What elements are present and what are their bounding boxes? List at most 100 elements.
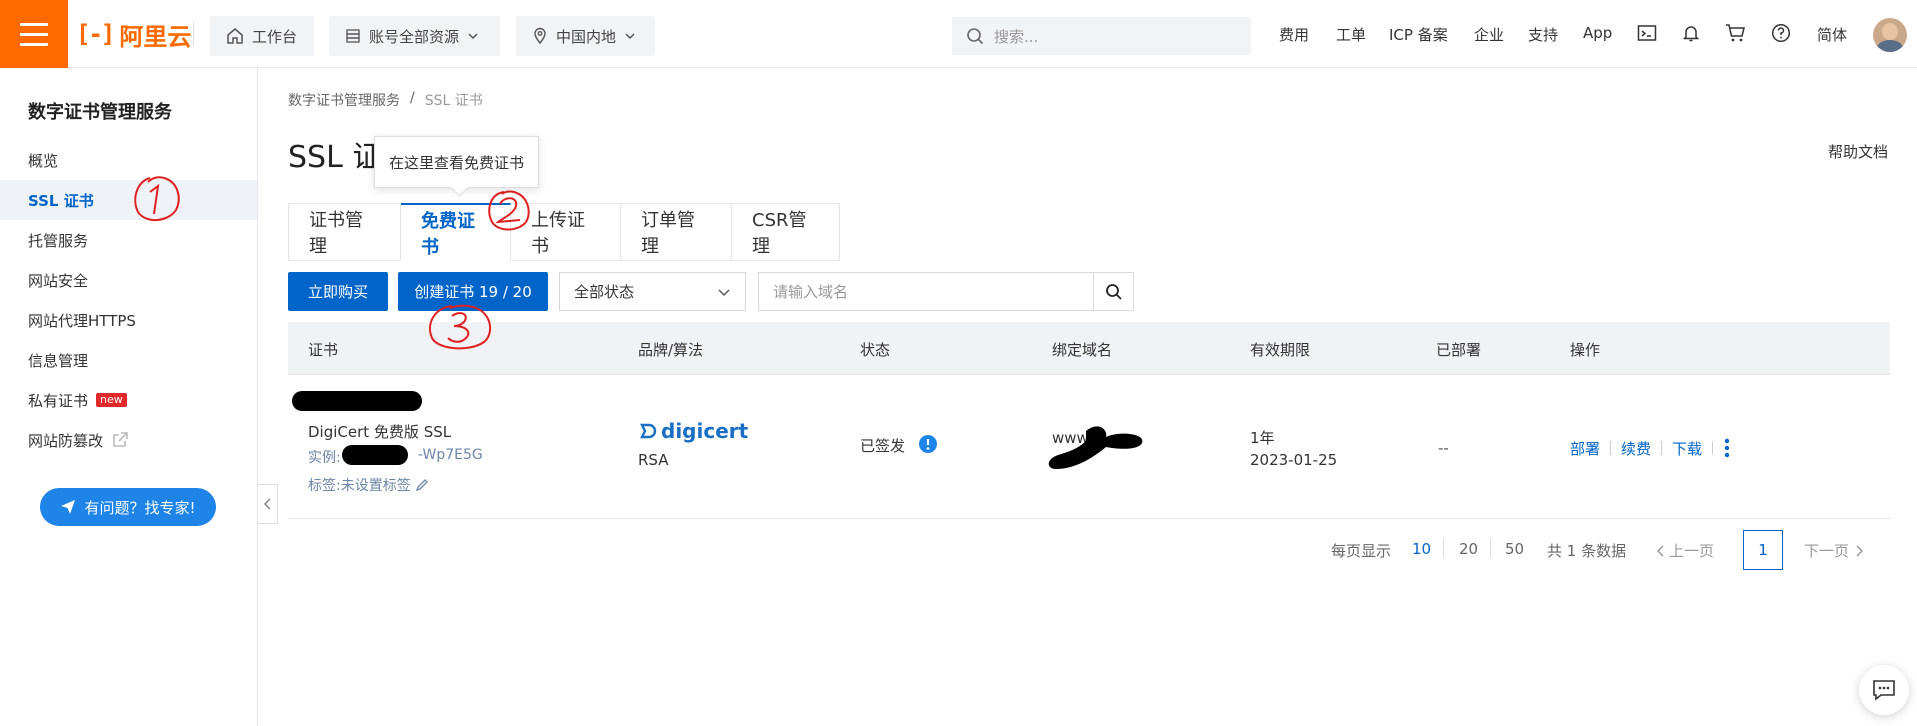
domain-search-button[interactable] [1093,272,1134,311]
column-header-domain: 绑定域名 [1052,341,1113,359]
status-filter-select[interactable]: 全部状态 [559,272,746,311]
sidebar-collapse-button[interactable] [258,484,278,524]
column-header-deployed: 已部署 [1436,341,1482,359]
page-size-50[interactable]: 50 [1505,540,1524,558]
language-switch[interactable]: 简体 [1817,24,1847,45]
chevron-down-icon [468,33,478,40]
aliyun-logo[interactable]: [-] 阿里云 [76,18,192,51]
top-link-app[interactable]: App [1583,24,1612,42]
sidebar-item-managed-service[interactable]: 托管服务 [0,220,257,260]
tag-edit[interactable]: 标签:未设置标签 [308,475,429,495]
top-link-support[interactable]: 支持 [1528,24,1558,45]
sidebar-item-label: SSL 证书 [28,191,94,210]
edit-pencil-icon [415,479,428,492]
help-icon[interactable] [1771,23,1791,43]
database-icon [346,29,360,43]
chat-icon [1873,680,1895,701]
top-bar: [-] 阿里云 工作台 账号全部资源 中国内地 搜索... 费用 工单 ICP … [0,0,1917,68]
breadcrumb: 数字证书管理服务 / SSL 证书 [288,90,483,110]
search-icon [967,28,984,45]
total-count: 共 1 条数据 [1547,542,1627,560]
top-link-icp[interactable]: ICP 备案 [1389,24,1448,45]
download-link[interactable]: 下载 [1672,438,1702,459]
resources-dropdown[interactable]: 账号全部资源 [329,16,500,56]
tab-upload-cert[interactable]: 上传证书 [511,203,621,261]
current-page-button[interactable]: 1 [1743,530,1783,570]
next-page-button[interactable]: 下一页 [1804,540,1864,561]
chevron-down-icon [718,288,730,296]
tab-free-cert[interactable]: 免费证书 [401,203,511,261]
action-divider [1610,441,1612,455]
breadcrumb-parent[interactable]: 数字证书管理服务 [288,90,400,110]
create-cert-button[interactable]: 创建证书 19 / 20 [398,272,548,311]
home-icon [227,28,243,44]
help-docs-link[interactable]: 帮助文档 [1828,141,1888,162]
avatar[interactable] [1873,18,1907,52]
page-size-10[interactable]: 10 [1412,540,1431,558]
location-pin-icon [534,27,546,45]
table-row: DigiCert 免费版 SSL 实例: -Wp7E5G 标签:未设置标签 di… [288,375,1890,519]
domain-search-input[interactable]: 请输入域名 [758,272,1093,311]
region-label: 中国内地 [556,27,617,46]
domain-search-placeholder: 请输入域名 [773,283,849,301]
ask-expert-label: 有问题？找专家! [84,498,196,517]
sidebar-item-tamper-protection[interactable]: 网站防篡改 [0,420,257,460]
paper-plane-icon [61,500,76,514]
new-badge: new [96,393,127,407]
chevron-left-icon [1657,544,1664,557]
hamburger-menu-button[interactable] [0,0,68,68]
page-size-20[interactable]: 20 [1459,540,1478,558]
more-vertical-icon[interactable] [1723,437,1731,459]
region-dropdown[interactable]: 中国内地 [516,16,655,56]
logo-divider [193,22,194,46]
buy-now-button[interactable]: 立即购买 [288,272,388,311]
logo-text: 阿里云 [119,22,192,51]
cart-icon[interactable] [1725,23,1747,43]
sidebar-item-label: 网站防篡改 [28,431,104,450]
sidebar-item-ssl-certificate[interactable]: SSL 证书 [0,180,257,220]
redacted-instance-id [342,445,408,465]
sidebar-item-private-cert[interactable]: 私有证书 new [0,380,257,420]
deploy-link[interactable]: 部署 [1570,438,1600,459]
tab-cert-management[interactable]: 证书管理 [288,203,401,261]
renew-link[interactable]: 续费 [1621,438,1651,459]
ask-expert-button[interactable]: 有问题？找专家! [40,488,216,526]
cert-name: DigiCert 免费版 SSL [308,423,452,441]
chat-support-button[interactable] [1859,665,1909,715]
breadcrumb-separator: / [410,90,415,106]
pagination: 每页显示 10 20 50 共 1 条数据 上一页 下一页 [0,530,1917,570]
column-header-brand: 品牌/算法 [638,341,704,359]
resources-label: 账号全部资源 [369,27,460,46]
redacted-domain [1048,426,1143,469]
page-size-divider [1443,538,1444,558]
deployed-status: -- [1438,439,1449,457]
breadcrumb-current: SSL 证书 [424,93,483,109]
per-page-label: 每页显示 [1331,542,1392,560]
prev-page-button[interactable]: 上一页 [1657,540,1714,561]
top-link-enterprise[interactable]: 企业 [1474,24,1504,45]
tab-csr-management[interactable]: CSR管理 [732,203,840,261]
action-divider [1712,441,1714,455]
prev-page-label: 上一页 [1669,542,1715,560]
top-link-billing[interactable]: 费用 [1279,24,1309,45]
info-icon[interactable] [918,434,938,454]
top-link-tickets[interactable]: 工单 [1336,24,1366,45]
next-page-label: 下一页 [1804,542,1850,560]
bell-icon[interactable] [1681,23,1701,43]
tab-order-management[interactable]: 订单管理 [621,203,732,261]
sidebar-item-info-management[interactable]: 信息管理 [0,340,257,380]
chevron-down-icon [625,33,635,40]
chevron-left-icon [263,498,271,510]
terminal-icon[interactable] [1637,23,1657,43]
sidebar-item-overview[interactable]: 概览 [0,140,257,180]
sidebar-item-label: 私有证书 [28,391,89,410]
column-header-status: 状态 [860,341,891,359]
global-search-input[interactable]: 搜索... [952,17,1251,55]
action-divider [1661,441,1663,455]
sidebar-item-label: 托管服务 [28,231,89,250]
workbench-button[interactable]: 工作台 [210,16,314,56]
sidebar-item-proxy-https[interactable]: 网站代理HTTPS [0,300,257,340]
sidebar-item-website-security[interactable]: 网站安全 [0,260,257,300]
cert-tabs: 证书管理 免费证书 上传证书 订单管理 CSR管理 [288,203,840,261]
algorithm: RSA [638,451,669,469]
